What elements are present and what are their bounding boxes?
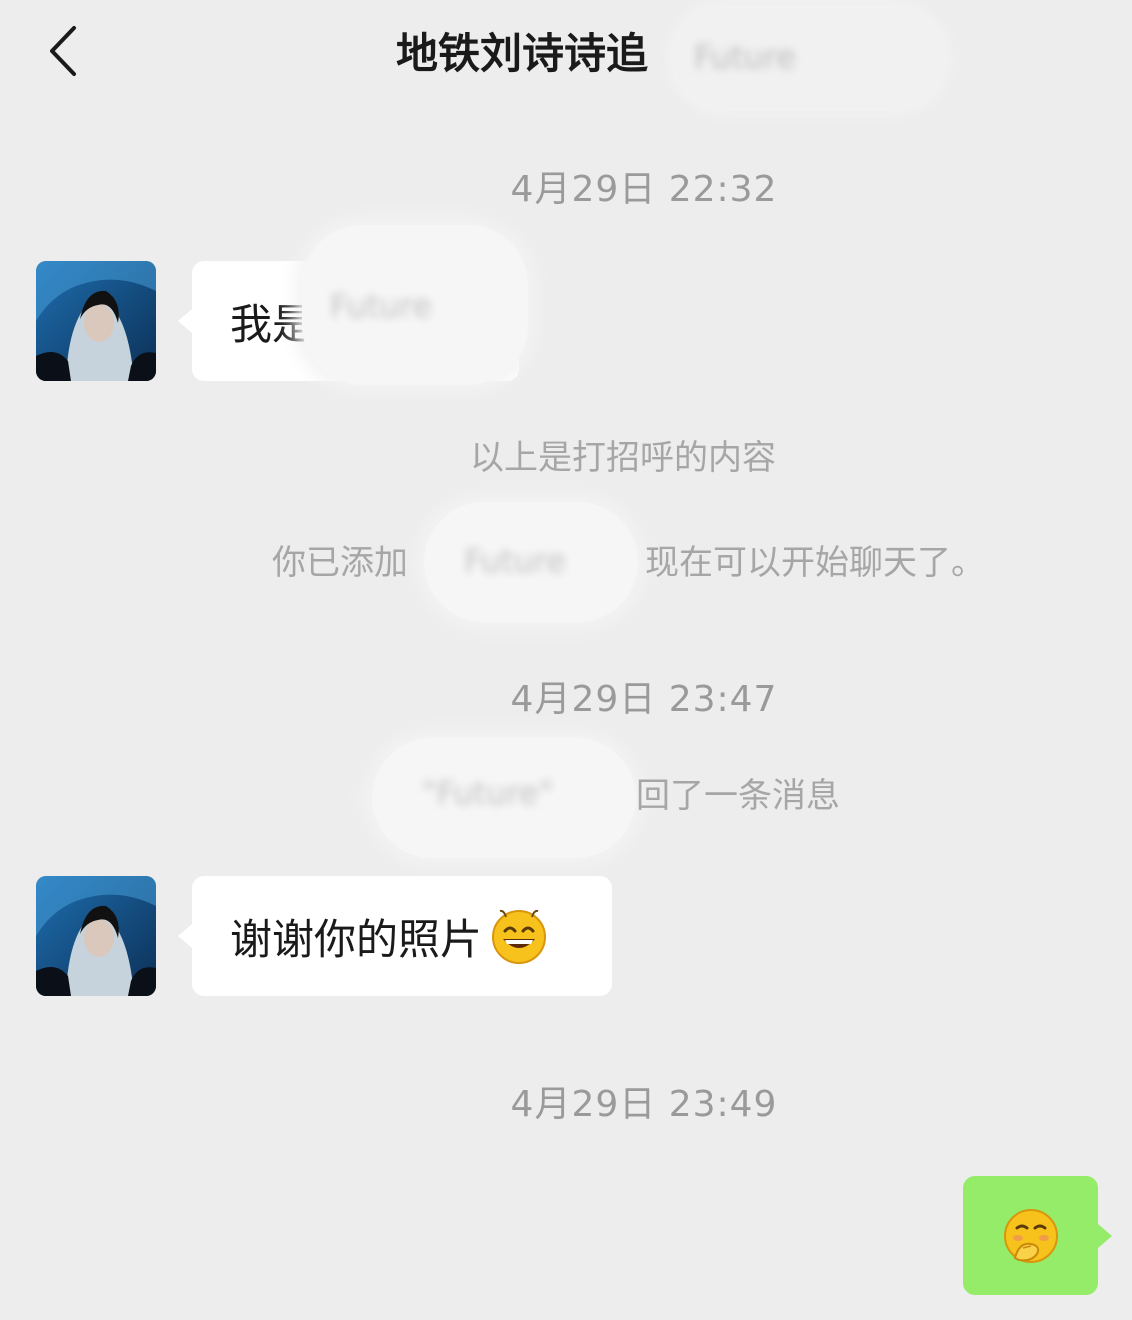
redacted-name-text: Future xyxy=(464,542,566,580)
shy-face-icon xyxy=(1001,1206,1061,1266)
system-message: 以上是打招呼的内容 xyxy=(470,438,776,478)
redacted-name-blur: Future xyxy=(424,502,638,622)
redacted-name-text: Future xyxy=(330,287,432,325)
avatar[interactable] xyxy=(36,876,156,996)
avatar[interactable] xyxy=(36,261,156,381)
system-message-prefix: 你已添加 xyxy=(272,543,408,583)
redacted-title-text: Future xyxy=(694,38,796,76)
recall-notice: 回了一条消息 xyxy=(636,776,840,816)
timestamp: 4月29日 23:49 xyxy=(510,1084,778,1125)
incoming-message-bubble[interactable]: 谢谢你的照片 xyxy=(178,876,612,996)
grinning-face-icon xyxy=(490,907,548,965)
back-button[interactable] xyxy=(30,18,96,84)
chat-title: 地铁刘诗诗追 xyxy=(396,29,649,78)
timestamp: 4月29日 23:47 xyxy=(510,679,778,720)
chat-header: 地铁刘诗诗追 Future xyxy=(0,0,1132,110)
message-text: 谢谢你的照片 xyxy=(230,914,483,964)
redacted-name-blur: "Future" xyxy=(372,738,636,858)
redacted-title-blur: Future xyxy=(674,8,944,108)
redacted-name-blur: Future xyxy=(302,225,528,385)
timestamp: 4月29日 22:32 xyxy=(510,169,778,210)
redacted-name-text: "Future" xyxy=(422,774,554,812)
chevron-left-icon xyxy=(50,26,76,76)
outgoing-message-bubble[interactable] xyxy=(963,1176,1112,1295)
system-message-suffix: 现在可以开始聊天了。 xyxy=(645,543,985,583)
